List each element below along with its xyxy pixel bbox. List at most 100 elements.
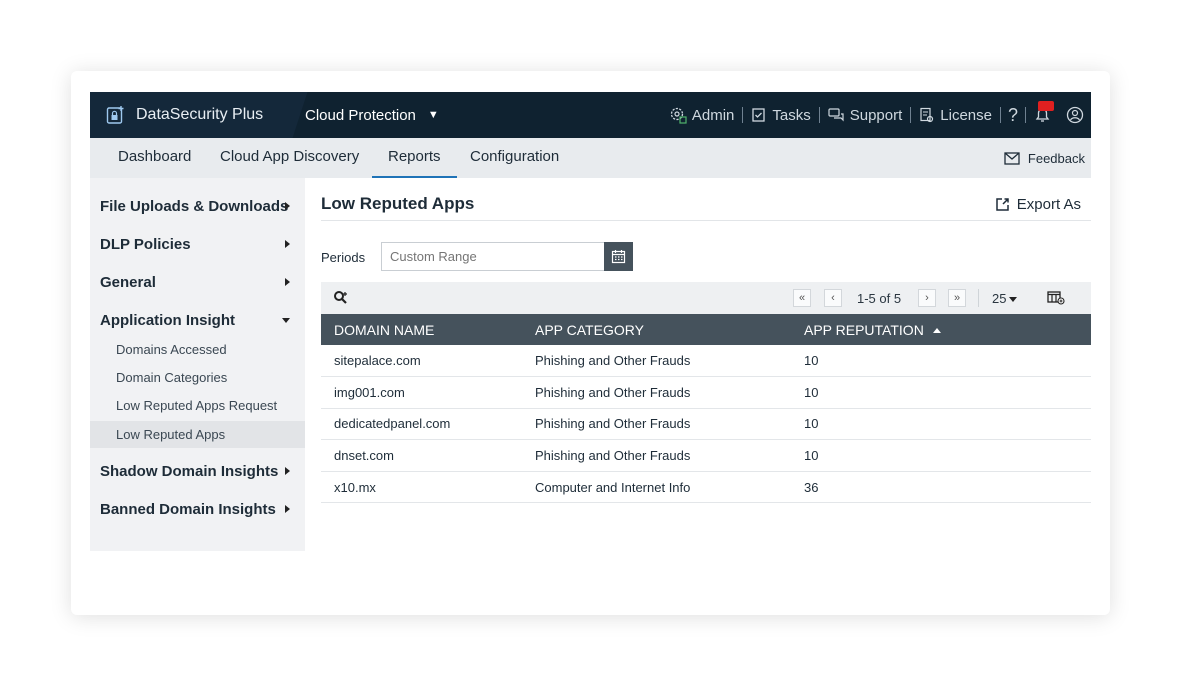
export-button[interactable]: Export As xyxy=(995,196,1081,213)
sidebar-section-banned-domain-insights[interactable]: Banned Domain Insights xyxy=(100,501,300,518)
tasks-link[interactable]: Tasks xyxy=(743,107,818,124)
gear-icon xyxy=(670,107,687,124)
cell-domain-name: dnset.com xyxy=(334,448,394,464)
cell-domain-name: sitepalace.com xyxy=(334,353,421,369)
last-page-button[interactable]: » xyxy=(948,289,966,307)
reports-table: DOMAIN NAME APP CATEGORY APP REPUTATION … xyxy=(321,314,1091,503)
sidebar-section-application-insight[interactable]: Application Insight xyxy=(100,312,300,329)
column-chooser-icon[interactable] xyxy=(1047,290,1065,305)
period-range-input[interactable] xyxy=(381,242,605,271)
sidebar-section-shadow-domain-insights[interactable]: Shadow Domain Insights xyxy=(100,463,300,480)
chat-icon xyxy=(828,108,844,122)
sidebar-section-general[interactable]: General xyxy=(100,274,300,291)
sub-navigation: Dashboard Cloud App Discovery Reports Co… xyxy=(90,138,1091,178)
caret-down-icon: ▼ xyxy=(427,109,439,121)
cell-app-category: Phishing and Other Frauds xyxy=(535,416,691,432)
table-header-row: DOMAIN NAME APP CATEGORY APP REPUTATION xyxy=(321,314,1091,345)
table-row[interactable]: sitepalace.com Phishing and Other Frauds… xyxy=(321,345,1091,377)
license-link[interactable]: License xyxy=(911,107,1000,124)
brand-name: DataSecurity Plus xyxy=(136,106,264,123)
calendar-button[interactable] xyxy=(604,242,633,271)
cell-app-category: Phishing and Other Frauds xyxy=(535,384,691,400)
sidebar-section-file-uploads[interactable]: File Uploads & Downloads xyxy=(100,198,300,215)
table-toolbar: « ‹ 1-5 of 5 › » 25 xyxy=(321,282,1091,314)
cell-app-reputation: 10 xyxy=(804,353,819,369)
divider xyxy=(321,220,1091,221)
product-name: Cloud Protection xyxy=(305,106,416,124)
app-frame: DataSecurity Plus Cloud Protection ▼ Adm… xyxy=(90,92,1091,551)
cell-domain-name: dedicatedpanel.com xyxy=(334,416,451,432)
table-row[interactable]: dedicatedpanel.com Phishing and Other Fr… xyxy=(321,408,1091,440)
export-label: Export As xyxy=(1016,196,1081,213)
table-row[interactable]: dnset.com Phishing and Other Frauds 10 xyxy=(321,440,1091,472)
pagination-range: 1-5 of 5 xyxy=(857,291,902,306)
page-size-select[interactable]: 25 xyxy=(992,291,1018,306)
sidebar-item-domains-accessed[interactable]: Domains Accessed xyxy=(116,342,227,357)
sidebar-section-label: File Uploads & Downloads xyxy=(100,198,289,215)
periods-label: Periods xyxy=(321,250,366,265)
help-icon[interactable]: ? xyxy=(1001,105,1025,126)
sidebar-item-low-reputed-apps-request[interactable]: Low Reputed Apps Request xyxy=(116,398,277,413)
sidebar-section-label: Application Insight xyxy=(100,312,235,329)
tab-cloud-app-discovery[interactable]: Cloud App Discovery xyxy=(220,138,359,178)
sort-ascending-icon xyxy=(932,328,941,334)
brand[interactable]: DataSecurity Plus xyxy=(90,92,290,138)
top-bar: DataSecurity Plus Cloud Protection ▼ Adm… xyxy=(90,92,1091,138)
notifications-button[interactable] xyxy=(1026,101,1062,124)
user-avatar-button[interactable] xyxy=(1062,106,1091,124)
tab-dashboard[interactable]: Dashboard xyxy=(118,138,191,178)
cell-app-category: Computer and Internet Info xyxy=(535,479,691,495)
notification-badge xyxy=(1038,101,1054,111)
sidebar-section-label: DLP Policies xyxy=(100,236,191,253)
sidebar-item-low-reputed-apps[interactable]: Low Reputed Apps xyxy=(116,427,225,442)
feedback-button[interactable]: Feedback xyxy=(1004,138,1085,178)
table-row[interactable]: x10.mx Computer and Internet Info 36 xyxy=(321,471,1091,503)
column-header-app-reputation[interactable]: APP REPUTATION xyxy=(791,314,1091,345)
cell-app-reputation: 36 xyxy=(804,479,819,495)
chevron-down-icon xyxy=(282,318,290,323)
sidebar-item-domain-categories[interactable]: Domain Categories xyxy=(116,370,227,385)
admin-link[interactable]: Admin xyxy=(661,106,743,124)
main-content: Low Reputed Apps Export As Periods Custo… xyxy=(321,178,1091,551)
cell-app-reputation: 10 xyxy=(804,416,819,432)
chevron-right-icon xyxy=(285,505,290,513)
cell-domain-name: img001.com xyxy=(334,384,405,400)
chevron-right-icon xyxy=(285,240,290,248)
sidebar-section-dlp-policies[interactable]: DLP Policies xyxy=(100,236,300,253)
cell-app-reputation: 10 xyxy=(804,448,819,464)
column-header-app-category[interactable]: APP CATEGORY xyxy=(522,314,791,345)
calendar-icon xyxy=(611,250,626,264)
admin-label: Admin xyxy=(691,106,735,124)
support-label: Support xyxy=(849,106,903,124)
cell-app-category: Phishing and Other Frauds xyxy=(535,353,691,369)
next-page-button[interactable]: › xyxy=(918,289,936,307)
page-size-value: 25 xyxy=(992,291,1007,306)
cell-app-reputation: 10 xyxy=(804,384,819,400)
sidebar-section-label: Shadow Domain Insights xyxy=(100,463,279,480)
first-page-button[interactable]: « xyxy=(793,289,811,307)
top-links: Admin Tasks Support License ? xyxy=(661,92,1091,138)
support-link[interactable]: Support xyxy=(820,107,911,124)
checklist-icon xyxy=(752,108,766,122)
previous-page-button[interactable]: ‹ xyxy=(824,289,842,307)
product-switcher[interactable]: Cloud Protection ▼ xyxy=(305,92,439,138)
cell-domain-name: x10.mx xyxy=(334,479,376,495)
sidebar: File Uploads & Downloads DLP Policies Ge… xyxy=(90,178,305,551)
mail-icon xyxy=(1004,151,1020,165)
column-header-domain-name[interactable]: DOMAIN NAME xyxy=(321,314,522,345)
brand-logo-icon xyxy=(106,106,124,124)
license-label: License xyxy=(940,106,992,124)
table-row[interactable]: img001.com Phishing and Other Frauds 10 xyxy=(321,377,1091,409)
sidebar-section-label: General xyxy=(100,274,156,291)
license-icon xyxy=(920,107,934,122)
chevron-right-icon xyxy=(285,467,290,475)
tab-reports[interactable]: Reports xyxy=(372,138,457,178)
caret-down-icon xyxy=(1009,297,1018,303)
chevron-right-icon xyxy=(285,202,290,210)
page-title: Low Reputed Apps xyxy=(321,194,475,213)
divider xyxy=(978,289,979,307)
sidebar-section-label: Banned Domain Insights xyxy=(100,501,276,518)
tasks-label: Tasks xyxy=(772,106,811,124)
search-icon[interactable] xyxy=(333,290,349,306)
tab-configuration[interactable]: Configuration xyxy=(470,138,559,178)
